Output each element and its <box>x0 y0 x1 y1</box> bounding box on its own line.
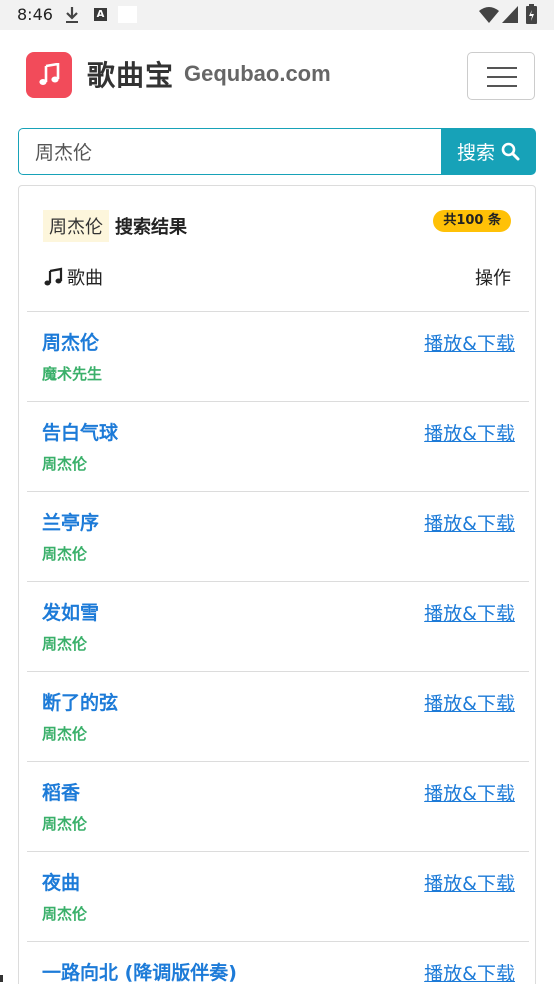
play-download-link[interactable]: 播放&下载 <box>424 329 515 356</box>
play-download-link[interactable]: 播放&下载 <box>424 509 515 536</box>
play-download-link[interactable]: 播放&下载 <box>424 419 515 446</box>
song-row: 断了的弦 周杰伦 播放&下载 <box>27 671 529 761</box>
song-row: 兰亭序 周杰伦 播放&下载 <box>27 491 529 581</box>
a-letter-icon: A <box>94 8 107 21</box>
download-icon <box>66 7 78 23</box>
song-title-link[interactable]: 夜曲 <box>42 868 80 895</box>
column-song-label: 歌曲 <box>67 268 103 289</box>
hamburger-icon-bar <box>487 76 517 78</box>
song-title-link[interactable]: 告白气球 <box>42 418 118 445</box>
music-note-icon <box>39 63 60 85</box>
brand-name-cn[interactable]: 歌曲宝 <box>87 54 174 94</box>
status-bar: 8:46 A <box>0 0 554 30</box>
white-box-icon <box>118 6 137 23</box>
song-title-link[interactable]: 断了的弦 <box>42 688 118 715</box>
song-row: 发如雪 周杰伦 播放&下载 <box>27 581 529 671</box>
song-artist: 魔术先生 <box>42 365 103 383</box>
navbar: 歌曲宝 Gequbao.com <box>0 30 554 126</box>
edge-handle <box>0 975 3 982</box>
search-button[interactable]: 搜索 <box>441 128 536 175</box>
song-row: 告白气球 周杰伦 播放&下载 <box>27 401 529 491</box>
menu-toggle-button[interactable] <box>467 52 535 100</box>
results-card: 周杰伦 搜索结果 共100 条 歌曲 操作 周杰伦 魔术先生 播放&下载 告白气… <box>18 185 536 984</box>
battery-icon <box>526 4 537 24</box>
query-highlight: 周杰伦 <box>43 210 109 242</box>
column-header: 歌曲 操作 <box>43 264 511 292</box>
logo-music-icon[interactable] <box>26 52 72 98</box>
play-download-link[interactable]: 播放&下载 <box>424 779 515 806</box>
wifi-icon <box>479 7 499 23</box>
song-title-link[interactable]: 一路向北 (降调版伴奏) <box>42 958 237 984</box>
song-row: 稻香 周杰伦 播放&下载 <box>27 761 529 851</box>
column-song: 歌曲 <box>43 264 103 290</box>
search-bar: 搜索 <box>18 128 536 175</box>
search-icon <box>501 142 520 161</box>
song-artist: 周杰伦 <box>42 455 88 473</box>
play-download-link[interactable]: 播放&下载 <box>424 959 515 984</box>
hamburger-icon-bar <box>487 85 517 87</box>
song-row: 一路向北 (降调版伴奏) 播放&下载 <box>27 941 529 984</box>
song-row: 夜曲 周杰伦 播放&下载 <box>27 851 529 941</box>
music-note-icon <box>44 267 63 286</box>
play-download-link[interactable]: 播放&下载 <box>424 869 515 896</box>
signal-icon <box>502 6 518 23</box>
song-title-link[interactable]: 稻香 <box>42 778 80 805</box>
play-download-link[interactable]: 播放&下载 <box>424 689 515 716</box>
song-row: 周杰伦 魔术先生 播放&下载 <box>27 311 529 401</box>
column-op-label: 操作 <box>475 268 511 289</box>
hamburger-icon-bar <box>487 67 517 69</box>
song-title-link[interactable]: 发如雪 <box>42 598 99 625</box>
song-artist: 周杰伦 <box>42 905 88 923</box>
results-heading: 周杰伦 搜索结果 <box>43 210 187 242</box>
song-artist: 周杰伦 <box>42 635 88 653</box>
result-count-badge: 共100 条 <box>433 210 511 232</box>
song-title-link[interactable]: 兰亭序 <box>42 508 99 535</box>
song-artist: 周杰伦 <box>42 725 88 743</box>
song-artist: 周杰伦 <box>42 545 88 563</box>
song-artist: 周杰伦 <box>42 815 88 833</box>
play-download-link[interactable]: 播放&下载 <box>424 599 515 626</box>
search-button-label: 搜索 <box>456 142 495 164</box>
brand-name-en[interactable]: Gequbao.com <box>184 61 331 87</box>
status-time: 8:46 <box>17 5 53 24</box>
song-title-link[interactable]: 周杰伦 <box>42 328 99 355</box>
search-input[interactable] <box>18 128 443 175</box>
results-label: 搜索结果 <box>115 217 187 238</box>
song-list: 周杰伦 魔术先生 播放&下载 告白气球 周杰伦 播放&下载 兰亭序 周杰伦 播放… <box>27 311 529 984</box>
